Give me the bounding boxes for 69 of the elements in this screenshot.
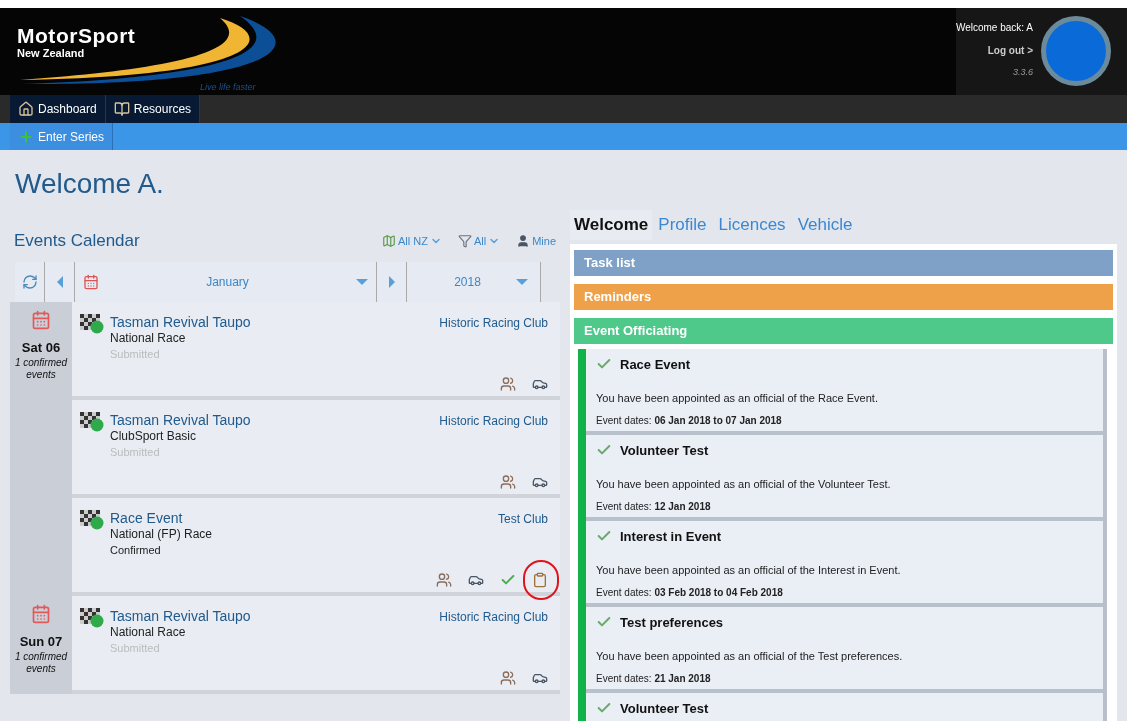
day-note: 1 confirmed events: [13, 357, 69, 381]
dropdown-caret-icon: [516, 278, 528, 285]
filter-dropdown[interactable]: All NZ: [381, 232, 442, 249]
officials-icon[interactable]: [500, 473, 516, 490]
checkered-flag-icon: [80, 313, 106, 334]
calendar-title: Events Calendar: [14, 230, 140, 252]
club-link[interactable]: Historic Racing Club: [439, 411, 548, 430]
item-message: You have been appointed as an official of the Test preferences.: [596, 649, 904, 664]
event-name-link[interactable]: Race Event: [110, 509, 498, 526]
officials-icon[interactable]: [436, 571, 452, 588]
item-message: You have been appointed as an official of the Race Event.: [596, 391, 879, 406]
page-title: Welcome A.: [15, 168, 165, 200]
book-icon: [113, 101, 130, 117]
refresh-icon[interactable]: [21, 273, 38, 290]
logo-tagline: Live life faster: [200, 81, 256, 94]
item-dates: Event dates: 12 Jan 2018: [596, 499, 712, 514]
welcome-text: Welcome back: A: [955, 21, 1033, 35]
item-dates: Event dates: 21 Jan 2018: [596, 671, 712, 686]
day-date: Sun 07: [19, 632, 63, 651]
item-dates: Event dates: 06 Jan 2018 to 07 Jan 2018: [596, 413, 783, 428]
year-dropdown[interactable]: 2018: [407, 261, 541, 302]
enter-series-button[interactable]: Enter Series: [10, 123, 114, 150]
map-icon: [381, 233, 396, 248]
item-message: You have been appointed as an official of the Interest in Event.: [596, 563, 902, 578]
item-title: Interest in Event: [620, 527, 722, 546]
club-link[interactable]: Test Club: [497, 509, 548, 528]
item-title: Volunteer Test: [620, 441, 709, 460]
item-title: Volunteer Test: [620, 699, 709, 718]
day-note: 1 confirmed events: [13, 651, 69, 675]
club-link[interactable]: Historic Racing Club: [439, 607, 548, 626]
calendar-icon: [31, 603, 51, 624]
logout-link[interactable]: Log out >: [987, 43, 1033, 58]
dropdown-caret-icon: [356, 278, 368, 285]
officials-icon[interactable]: [500, 375, 516, 392]
checkered-flag-icon: [80, 411, 106, 432]
filter-icon: [457, 233, 472, 248]
calendar-icon: [83, 273, 99, 290]
nav-tab[interactable]: Dashboard: [10, 95, 106, 123]
month-dropdown[interactable]: January: [75, 261, 377, 302]
checkered-flag-icon: [80, 509, 106, 530]
item-title: Race Event: [620, 355, 691, 374]
clipboard-icon[interactable]: [532, 571, 548, 588]
event-name-link[interactable]: Tasman Revival Taupo: [110, 607, 440, 624]
calendar-icon: [31, 309, 51, 330]
club-link[interactable]: Historic Racing Club: [439, 313, 548, 332]
logo-subtitle: New Zealand: [17, 47, 85, 61]
event-type: National Race: [110, 623, 187, 640]
event-type: ClubSport Basic: [110, 427, 198, 444]
plus-icon: [18, 128, 34, 145]
house-icon: [18, 101, 34, 117]
person-icon: [516, 233, 531, 248]
profile-tab[interactable]: Welcome: [570, 210, 653, 240]
event-status: Confirmed: [110, 542, 162, 558]
logo-title: MotorSport: [17, 23, 136, 49]
item-title: Test preferences: [620, 613, 724, 632]
checkered-flag-icon: [80, 607, 106, 628]
event-type: National (FP) Race: [110, 525, 214, 542]
event-type: National Race: [110, 329, 187, 346]
item-dates: Event dates: 03 Feb 2018 to 04 Feb 2018: [596, 585, 784, 600]
previous-arrow-icon[interactable]: [56, 275, 63, 288]
next-arrow-icon[interactable]: [388, 275, 395, 288]
nav-tab[interactable]: Resources: [105, 95, 201, 123]
version-text: 3.3.6: [1012, 66, 1033, 79]
officials-icon[interactable]: [500, 669, 516, 686]
event-name-link[interactable]: Tasman Revival Taupo: [110, 313, 440, 330]
filter-dropdown[interactable]: Mine: [516, 232, 556, 249]
item-message: You have been appointed as an official of the Volunteer Test.: [596, 477, 892, 492]
day-date: Sat 06: [21, 338, 61, 357]
event-name-link[interactable]: Tasman Revival Taupo: [110, 411, 440, 428]
